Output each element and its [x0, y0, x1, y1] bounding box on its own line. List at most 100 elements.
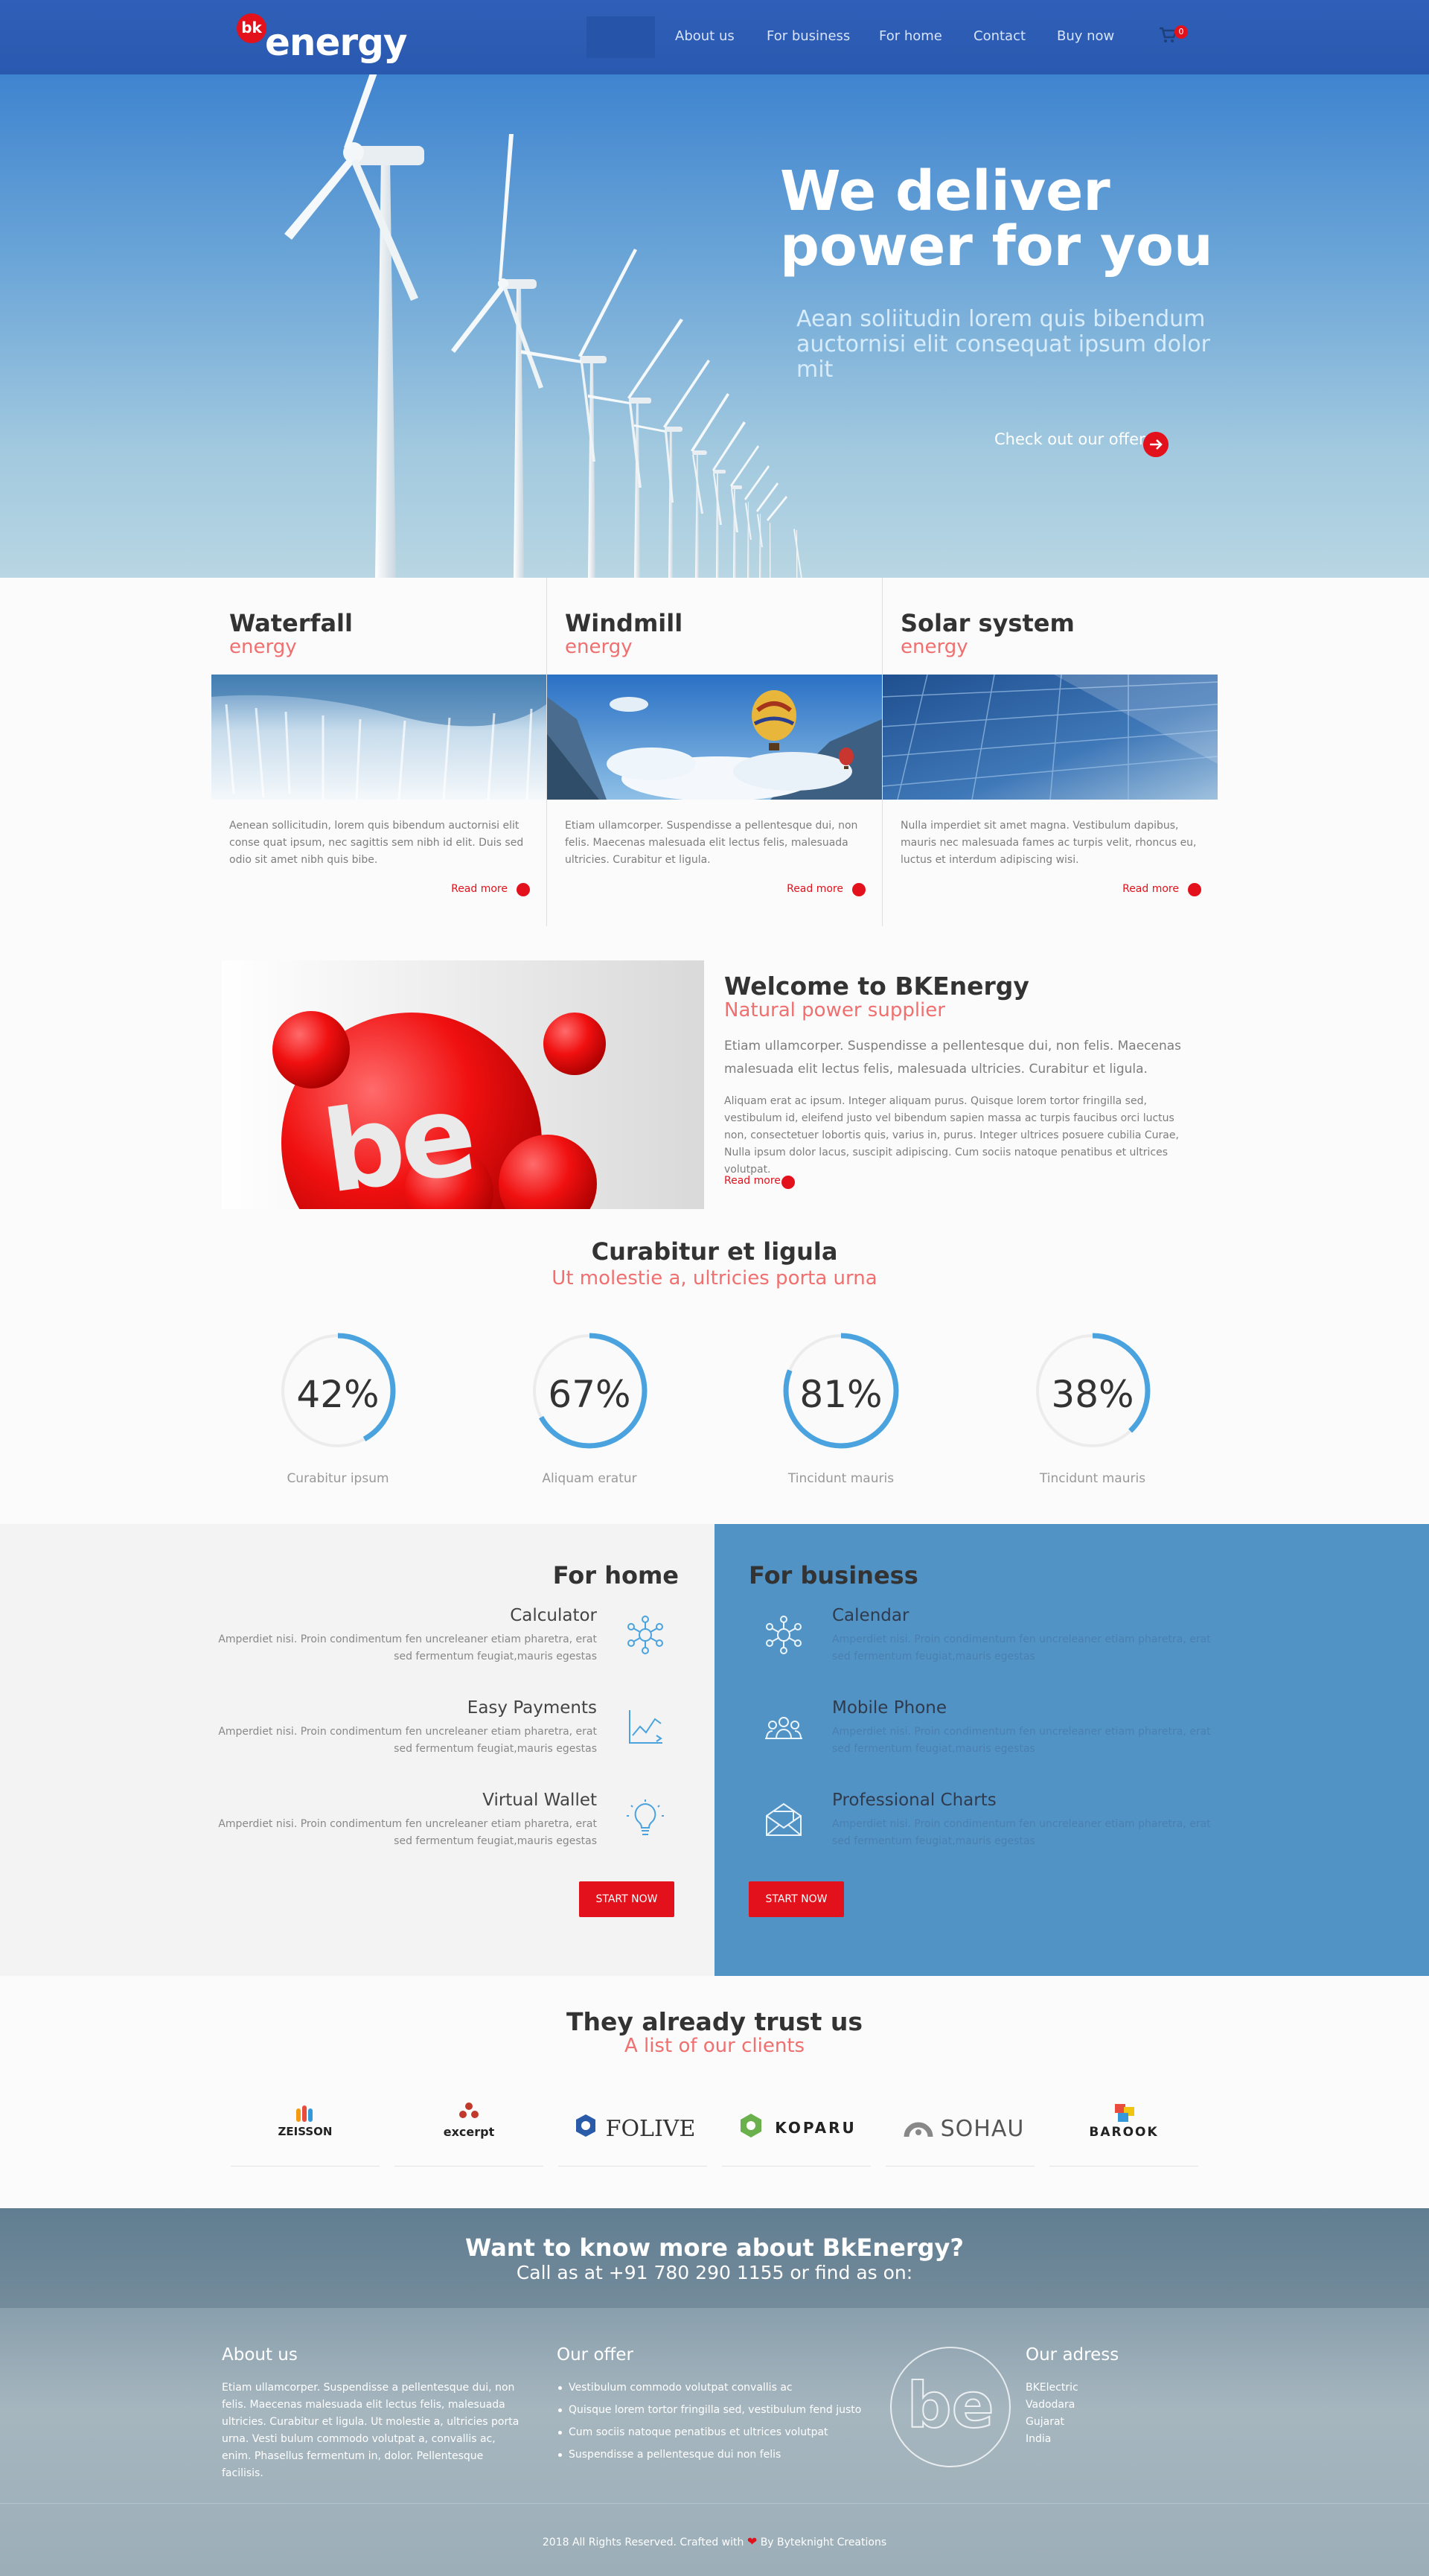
- offer-item[interactable]: Suspendisse a pellentesque dui non felis: [557, 2446, 869, 2469]
- copyright-text: 2018 All Rights Reserved. Crafted with: [542, 2537, 744, 2548]
- stat-item: 42% Curabitur ipsum: [226, 1333, 450, 1496]
- offer-item[interactable]: Quisque lorem tortor fringilla sed, vest…: [557, 2402, 869, 2424]
- footer-copyright: 2018 All Rights Reserved. Crafted with ❤…: [0, 2534, 1429, 2548]
- for-business-start-button[interactable]: START NOW: [749, 1881, 844, 1917]
- feature-title: Virtual Wallet: [482, 1791, 597, 1810]
- wind-turbines-illustration: [284, 74, 802, 578]
- logo-badge: bk: [237, 13, 266, 43]
- footer-headline: Want to know more about BkEnergy?: [465, 2234, 964, 2262]
- read-more-link[interactable]: Read more: [1122, 883, 1179, 895]
- welcome-image: be: [222, 960, 704, 1209]
- feature-text: Amperdiet nisi. Proin condimentum fen un…: [832, 1818, 1211, 1847]
- nav-contact[interactable]: Contact: [974, 28, 1026, 44]
- client-logo-sohau[interactable]: SOHAU: [886, 2086, 1035, 2167]
- footer-logo-text: be: [906, 2368, 994, 2443]
- nav-for-home[interactable]: For home: [879, 28, 942, 44]
- stats-subtitle: Ut molestie a, ultricies porta urna: [552, 1267, 877, 1289]
- stat-label: Tincidunt mauris: [787, 1471, 895, 1486]
- card-subtitle: energy: [565, 636, 633, 658]
- stats-title: Curabitur et ligula: [591, 1237, 838, 1266]
- nav-for-business[interactable]: For business: [767, 28, 850, 44]
- card-title: Windmill: [565, 609, 683, 637]
- card-text: Etiam ullamcorper. Suspendisse a pellent…: [565, 820, 858, 866]
- card-subtitle: energy: [901, 636, 968, 658]
- hero-title: We deliver power for you: [780, 164, 1227, 274]
- network-icon: [766, 1616, 802, 1654]
- address-line: Gujarat: [1026, 2416, 1065, 2428]
- copyright-author[interactable]: By Byteknight Creations: [761, 2537, 886, 2548]
- stat-label: Aliquam eratur: [542, 1471, 637, 1486]
- card-title: Waterfall: [229, 609, 353, 637]
- address-line: India: [1026, 2433, 1052, 2445]
- client-name: excerpt: [443, 2125, 495, 2139]
- top-navbar: bk energy About us For business For home…: [0, 0, 1429, 74]
- feature-text: Amperdiet nisi. Proin condimentum fen un…: [218, 1633, 597, 1662]
- offer-item[interactable]: Cum sociis natoque penatibus et ultrices…: [557, 2424, 869, 2446]
- energy-card-waterfall: Waterfall energy Aenean sollicitudin, lo…: [211, 578, 546, 926]
- welcome-title: Welcome to BKEnergy: [724, 972, 1029, 1001]
- brand-logo[interactable]: bk energy: [237, 13, 407, 64]
- for-business-title: For business: [749, 1561, 918, 1590]
- footer: Want to know more about BkEnergy? Call a…: [0, 2208, 1429, 2576]
- client-name: SOHAU: [940, 2116, 1025, 2142]
- footer-be-logo: be: [890, 2347, 1011, 2467]
- client-logo-zeisson[interactable]: ZEISSON: [231, 2086, 380, 2167]
- clients-subtitle: A list of our clients: [624, 2035, 805, 2057]
- cart-count-badge: 0: [1174, 25, 1188, 39]
- waterfall-image: [211, 675, 546, 800]
- excerpt-logo-icon: [459, 2102, 479, 2118]
- footer-offer-title: Our offer: [557, 2345, 633, 2365]
- feature-title: Calculator: [510, 1606, 597, 1625]
- feature-text: Amperdiet nisi. Proin condimentum fen un…: [218, 1726, 597, 1755]
- arrow-right-icon[interactable]: [517, 883, 530, 896]
- balloons-image: [547, 675, 882, 800]
- arrow-right-icon[interactable]: [1188, 883, 1201, 896]
- envelope-icon: [766, 1802, 802, 1836]
- for-business-section: For business Calendar Amperdiet nisi. Pr…: [714, 1524, 1429, 1976]
- client-logo-folive[interactable]: FOLIVE: [558, 2086, 707, 2167]
- stat-percent: 81%: [799, 1373, 883, 1416]
- heart-icon: ❤: [747, 2534, 758, 2548]
- stat-percent: 67%: [548, 1373, 631, 1416]
- client-logo-koparu[interactable]: KOPARU: [722, 2086, 871, 2167]
- nav-active-indicator[interactable]: [586, 16, 655, 58]
- client-logo-barook[interactable]: BAROOK: [1049, 2086, 1198, 2167]
- feature-title: Easy Payments: [467, 1698, 597, 1718]
- nav-about-us[interactable]: About us: [675, 28, 735, 44]
- read-more-link[interactable]: Read more: [451, 883, 508, 895]
- client-name: FOLIVE: [605, 2116, 696, 2142]
- feature-title: Professional Charts: [832, 1791, 997, 1810]
- address-line: Vadodara: [1026, 2399, 1075, 2411]
- for-home-section: For home Calculator Amperdiet nisi. Proi…: [0, 1524, 714, 1976]
- read-more-link[interactable]: Read more: [724, 1175, 781, 1187]
- read-more-link[interactable]: Read more: [787, 883, 843, 895]
- hero-cta-link[interactable]: Check out our offer: [994, 430, 1145, 448]
- feature-item: Virtual Wallet Amperdiet nisi. Proin con…: [210, 1791, 597, 1850]
- hero-subtitle: Aean soliitudin lorem quis bibendum auct…: [796, 306, 1210, 383]
- arrow-right-icon[interactable]: [852, 883, 866, 896]
- arrow-right-icon[interactable]: [781, 1176, 795, 1189]
- footer-offer-list: Vestibulum commodo volutpat convallis ac…: [557, 2379, 869, 2469]
- footer-address-title: Our adress: [1026, 2345, 1119, 2365]
- welcome-body: Aliquam erat ac ipsum. Integer aliquam p…: [724, 1095, 1179, 1176]
- stat-item: 81% Tincidunt mauris: [729, 1333, 953, 1496]
- stat-item: 38% Tincidunt mauris: [981, 1333, 1204, 1496]
- network-icon: [627, 1616, 663, 1654]
- address-line: BKElectric: [1026, 2382, 1078, 2394]
- feature-item: Professional Charts Amperdiet nisi. Proi…: [832, 1791, 1219, 1850]
- feature-text: Amperdiet nisi. Proin condimentum fen un…: [218, 1818, 597, 1847]
- barook-logo-icon: [1115, 2104, 1134, 2122]
- feature-text: Amperdiet nisi. Proin condimentum fen un…: [832, 1726, 1211, 1755]
- arrow-right-icon[interactable]: [1143, 432, 1169, 457]
- footer-about-title: About us: [222, 2345, 298, 2365]
- card-subtitle: energy: [229, 636, 297, 658]
- for-home-start-button[interactable]: START NOW: [579, 1881, 674, 1917]
- client-logo-excerpt[interactable]: excerpt: [394, 2086, 543, 2167]
- footer-call: Call as at +91 780 290 1155 or find as o…: [516, 2262, 913, 2283]
- stat-percent: 42%: [296, 1373, 380, 1416]
- welcome-subtitle: Natural power supplier: [724, 999, 945, 1021]
- client-name: ZEISSON: [278, 2125, 333, 2138]
- nav-buy-now[interactable]: Buy now: [1057, 28, 1114, 44]
- offer-item[interactable]: Vestibulum commodo volutpat convallis ac: [557, 2379, 869, 2402]
- stat-item: 67% Aliquam eratur: [478, 1333, 701, 1496]
